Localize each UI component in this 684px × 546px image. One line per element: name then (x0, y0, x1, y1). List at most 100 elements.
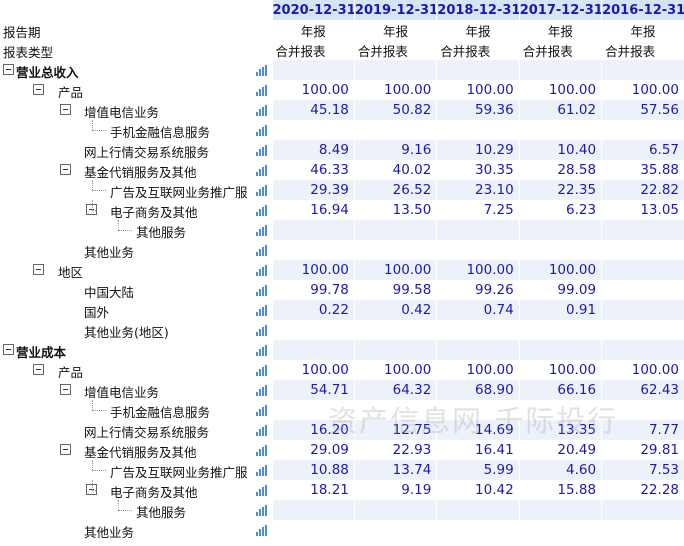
collapse-toggle-icon[interactable] (3, 64, 14, 75)
bar-chart-icon-bar (264, 305, 267, 316)
bar-chart-icon-bar (261, 107, 264, 116)
tree-connector (92, 460, 93, 470)
value-cell (353, 520, 437, 540)
bar-chart-icon-bar (264, 245, 267, 256)
bar-chart-icon[interactable] (255, 105, 267, 116)
collapse-toggle-icon[interactable] (3, 344, 14, 355)
bar-chart-icon[interactable] (255, 465, 267, 476)
bar-chart-icon[interactable] (255, 425, 267, 436)
collapse-toggle-icon[interactable] (60, 384, 71, 395)
value-cell: 64.32 (353, 380, 437, 400)
bar-chart-icon[interactable] (255, 445, 267, 456)
bar-chart-icon[interactable] (255, 305, 267, 316)
value-cell: 16.94 (271, 200, 355, 220)
value-cell: 13.74 (353, 460, 437, 480)
bar-chart-icon[interactable] (255, 145, 267, 156)
collapse-toggle-icon[interactable] (60, 104, 71, 115)
bar-chart-icon-bar (264, 345, 267, 356)
bar-chart-icon-bar (255, 92, 258, 96)
bar-chart-icon[interactable] (255, 285, 267, 296)
bar-chart-icon[interactable] (255, 205, 267, 216)
value-cell (601, 500, 684, 520)
bar-chart-icon[interactable] (255, 65, 267, 76)
value-cell: 100.00 (601, 80, 684, 100)
table-row: 手机金融信息服务 (0, 120, 684, 140)
column-header-date[interactable]: 2016-12-31 (601, 0, 684, 20)
value-cell (601, 300, 684, 320)
bar-chart-icon[interactable] (255, 365, 267, 376)
bar-chart-icon[interactable] (255, 505, 267, 516)
value-cell (518, 120, 602, 140)
collapse-toggle-icon[interactable] (60, 164, 71, 175)
collapse-toggle-icon[interactable] (33, 84, 44, 95)
value-cell: 100.00 (436, 80, 520, 100)
row-label-cell: 中国大陆 (0, 280, 273, 300)
data-rows: 营业总收入 产品 100.00 100.00 100.00 100.00 100.00 增值电… (0, 60, 684, 540)
bar-chart-icon-bar (258, 289, 261, 296)
table-row: 广告及互联网业务推广服 29.39 26.52 23.10 22.35 22.82 (0, 180, 684, 200)
row-label-cell: 产品 (0, 360, 273, 380)
row-label-cell: 营业成本 (0, 340, 273, 360)
value-cell: 61.02 (518, 100, 602, 120)
value-cell: 100.00 (518, 80, 602, 100)
collapse-toggle-icon[interactable] (60, 444, 71, 455)
bar-chart-icon-bar (264, 205, 267, 216)
value-cell (601, 260, 684, 280)
bar-chart-icon[interactable] (255, 405, 267, 416)
column-header-date[interactable]: 2020-12-31 (271, 0, 355, 20)
report-period-row: 报告期 年报 年报 年报 年报 年报 (0, 20, 684, 40)
collapse-toggle-icon[interactable] (33, 264, 44, 275)
bar-chart-icon[interactable] (255, 185, 267, 196)
value-cell (271, 340, 355, 360)
bar-chart-icon[interactable] (255, 125, 267, 136)
bar-chart-icon[interactable] (255, 325, 267, 336)
row-label-cell: 手机金融信息服务 (0, 400, 273, 420)
header-corner (0, 0, 273, 20)
bar-chart-icon[interactable] (255, 85, 267, 96)
value-cell (436, 520, 520, 540)
row-label-cell: 网上行情交易系统服务 (0, 420, 273, 440)
row-label: 产品 (58, 365, 84, 380)
bar-chart-icon-bar (255, 432, 258, 436)
bar-chart-icon[interactable] (255, 265, 267, 276)
value-cell: 15.88 (518, 480, 602, 500)
column-header-date[interactable]: 2018-12-31 (436, 0, 520, 20)
bar-chart-icon-bar (255, 192, 258, 196)
row-label: 其他服务 (136, 505, 187, 520)
bar-chart-icon-bar (258, 229, 261, 236)
row-label: 其他服务 (136, 225, 187, 240)
bar-chart-icon[interactable] (255, 385, 267, 396)
column-header-date[interactable]: 2017-12-31 (518, 0, 602, 20)
value-cell: 10.88 (271, 460, 355, 480)
value-cell: 14.69 (436, 420, 520, 440)
value-cell: 7.77 (601, 420, 684, 440)
row-label: 其他业务 (84, 245, 135, 260)
value-cell: 22.35 (518, 180, 602, 200)
bar-chart-icon-bar (258, 109, 261, 116)
bar-chart-icon[interactable] (255, 345, 267, 356)
value-cell: 100.00 (271, 360, 355, 380)
bar-chart-icon[interactable] (255, 525, 267, 536)
bar-chart-icon-bar (258, 469, 261, 476)
bar-chart-icon-bar (258, 509, 261, 516)
bar-chart-icon[interactable] (255, 165, 267, 176)
row-label: 报表类型 (0, 40, 273, 60)
bar-chart-icon-bar (258, 249, 261, 256)
bar-chart-icon-bar (258, 529, 261, 536)
bar-chart-icon[interactable] (255, 245, 267, 256)
value-cell: 66.16 (518, 380, 602, 400)
report-period-cell: 年报 (518, 20, 602, 40)
bar-chart-icon-bar (264, 325, 267, 336)
collapse-toggle-icon[interactable] (33, 364, 44, 375)
column-header-date[interactable]: 2019-12-31 (353, 0, 437, 20)
bar-chart-icon-bar (261, 347, 264, 356)
bar-chart-icon-bar (264, 265, 267, 276)
report-type-cell: 合并报表 (353, 40, 437, 60)
value-cell (601, 120, 684, 140)
bar-chart-icon-bar (258, 489, 261, 496)
bar-chart-icon-bar (261, 307, 264, 316)
bar-chart-icon[interactable] (255, 485, 267, 496)
value-cell: 13.50 (353, 200, 437, 220)
value-cell (271, 500, 355, 520)
bar-chart-icon[interactable] (255, 225, 267, 236)
